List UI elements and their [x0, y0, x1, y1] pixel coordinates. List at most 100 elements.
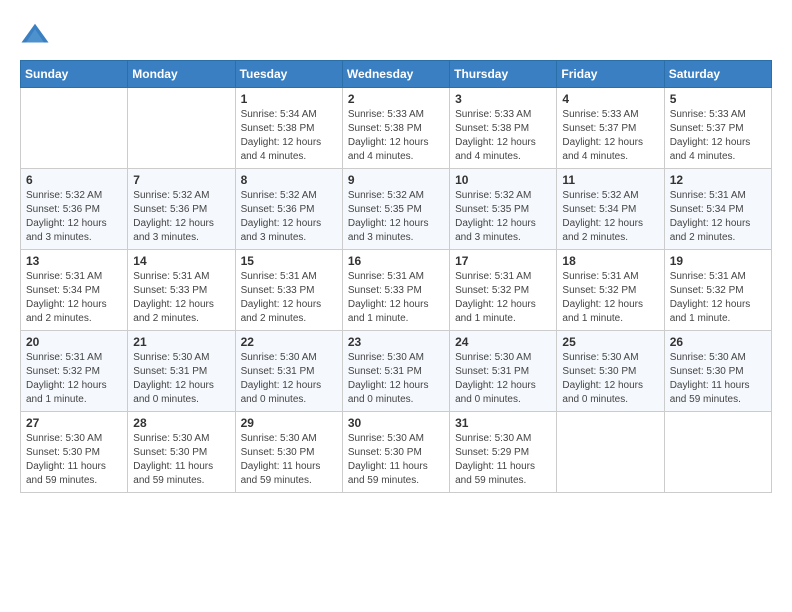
- day-number: 28: [133, 416, 229, 430]
- day-number: 12: [670, 173, 766, 187]
- day-number: 31: [455, 416, 551, 430]
- weekday-wednesday: Wednesday: [342, 61, 449, 88]
- day-number: 21: [133, 335, 229, 349]
- logo-icon: [20, 20, 50, 50]
- calendar-cell: 7 Sunrise: 5:32 AM Sunset: 5:36 PM Daylig…: [128, 169, 235, 250]
- day-info: Sunrise: 5:32 AM Sunset: 5:36 PM Dayligh…: [241, 189, 337, 245]
- day-info: Sunrise: 5:33 AM Sunset: 5:37 PM Dayligh…: [670, 108, 766, 164]
- weekday-monday: Monday: [128, 61, 235, 88]
- calendar-cell: 8 Sunrise: 5:32 AM Sunset: 5:36 PM Daylig…: [235, 169, 342, 250]
- day-info: Sunrise: 5:31 AM Sunset: 5:34 PM Dayligh…: [26, 270, 122, 326]
- day-info: Sunrise: 5:32 AM Sunset: 5:34 PM Dayligh…: [562, 189, 658, 245]
- day-info: Sunrise: 5:30 AM Sunset: 5:30 PM Dayligh…: [241, 432, 337, 488]
- day-number: 18: [562, 254, 658, 268]
- calendar-cell: 18 Sunrise: 5:31 AM Sunset: 5:32 PM Dayli…: [557, 250, 664, 331]
- calendar-cell: 20Sunrise: 5:31 AM Sunset: 5:32 PM Dayli…: [21, 331, 128, 412]
- calendar-cell: 26 Sunrise: 5:30 AM Sunset: 5:30 PM Dayli…: [664, 331, 771, 412]
- day-info: Sunrise: 5:31 AM Sunset: 5:33 PM Dayligh…: [241, 270, 337, 326]
- calendar-cell: 15Sunrise: 5:31 AM Sunset: 5:33 PM Dayli…: [235, 250, 342, 331]
- day-number: 3: [455, 92, 551, 106]
- weekday-tuesday: Tuesday: [235, 61, 342, 88]
- weekday-header-row: SundayMondayTuesdayWednesdayThursdayFrid…: [21, 61, 772, 88]
- day-info: Sunrise: 5:31 AM Sunset: 5:33 PM Dayligh…: [133, 270, 229, 326]
- calendar-cell: [21, 88, 128, 169]
- weekday-saturday: Saturday: [664, 61, 771, 88]
- day-info: Sunrise: 5:30 AM Sunset: 5:30 PM Dayligh…: [670, 351, 766, 407]
- weekday-friday: Friday: [557, 61, 664, 88]
- day-info: Sunrise: 5:30 AM Sunset: 5:31 PM Dayligh…: [455, 351, 551, 407]
- calendar-cell: 17 Sunrise: 5:31 AM Sunset: 5:32 PM Dayli…: [450, 250, 557, 331]
- day-number: 29: [241, 416, 337, 430]
- day-info: Sunrise: 5:31 AM Sunset: 5:32 PM Dayligh…: [26, 351, 122, 407]
- calendar-cell: 14 Sunrise: 5:31 AM Sunset: 5:33 PM Dayli…: [128, 250, 235, 331]
- calendar-cell: 3 Sunrise: 5:33 AM Sunset: 5:38 PM Daylig…: [450, 88, 557, 169]
- calendar-cell: 9 Sunrise: 5:32 AM Sunset: 5:35 PM Daylig…: [342, 169, 449, 250]
- day-info: Sunrise: 5:30 AM Sunset: 5:30 PM Dayligh…: [562, 351, 658, 407]
- calendar-cell: 27 Sunrise: 5:30 AM Sunset: 5:30 PM Dayli…: [21, 412, 128, 493]
- day-number: 9: [348, 173, 444, 187]
- calendar-cell: 31Sunrise: 5:30 AM Sunset: 5:29 PM Dayli…: [450, 412, 557, 493]
- page-header: [20, 20, 772, 50]
- calendar-cell: 22 Sunrise: 5:30 AM Sunset: 5:31 PM Dayli…: [235, 331, 342, 412]
- day-info: Sunrise: 5:31 AM Sunset: 5:32 PM Dayligh…: [455, 270, 551, 326]
- day-info: Sunrise: 5:30 AM Sunset: 5:31 PM Dayligh…: [133, 351, 229, 407]
- calendar-cell: 4Sunrise: 5:33 AM Sunset: 5:37 PM Daylig…: [557, 88, 664, 169]
- calendar-cell: 21 Sunrise: 5:30 AM Sunset: 5:31 PM Dayli…: [128, 331, 235, 412]
- day-info: Sunrise: 5:30 AM Sunset: 5:31 PM Dayligh…: [348, 351, 444, 407]
- day-info: Sunrise: 5:31 AM Sunset: 5:34 PM Dayligh…: [670, 189, 766, 245]
- day-number: 14: [133, 254, 229, 268]
- day-number: 16: [348, 254, 444, 268]
- day-number: 1: [241, 92, 337, 106]
- calendar-week-5: 27 Sunrise: 5:30 AM Sunset: 5:30 PM Dayli…: [21, 412, 772, 493]
- calendar-table: SundayMondayTuesdayWednesdayThursdayFrid…: [20, 60, 772, 493]
- day-info: Sunrise: 5:31 AM Sunset: 5:33 PM Dayligh…: [348, 270, 444, 326]
- day-info: Sunrise: 5:32 AM Sunset: 5:36 PM Dayligh…: [26, 189, 122, 245]
- calendar-cell: 16 Sunrise: 5:31 AM Sunset: 5:33 PM Dayli…: [342, 250, 449, 331]
- day-info: Sunrise: 5:32 AM Sunset: 5:35 PM Dayligh…: [348, 189, 444, 245]
- logo: [20, 20, 54, 50]
- calendar-cell: 6 Sunrise: 5:32 AM Sunset: 5:36 PM Daylig…: [21, 169, 128, 250]
- day-info: Sunrise: 5:33 AM Sunset: 5:38 PM Dayligh…: [455, 108, 551, 164]
- calendar-cell: [557, 412, 664, 493]
- day-number: 4: [562, 92, 658, 106]
- calendar-cell: 19 Sunrise: 5:31 AM Sunset: 5:32 PM Dayli…: [664, 250, 771, 331]
- day-number: 26: [670, 335, 766, 349]
- calendar-cell: 25 Sunrise: 5:30 AM Sunset: 5:30 PM Dayli…: [557, 331, 664, 412]
- day-number: 7: [133, 173, 229, 187]
- day-info: Sunrise: 5:30 AM Sunset: 5:30 PM Dayligh…: [26, 432, 122, 488]
- day-info: Sunrise: 5:30 AM Sunset: 5:31 PM Dayligh…: [241, 351, 337, 407]
- calendar-cell: 10 Sunrise: 5:32 AM Sunset: 5:35 PM Dayli…: [450, 169, 557, 250]
- day-number: 30: [348, 416, 444, 430]
- calendar-cell: 30Sunrise: 5:30 AM Sunset: 5:30 PM Dayli…: [342, 412, 449, 493]
- calendar-week-4: 20Sunrise: 5:31 AM Sunset: 5:32 PM Dayli…: [21, 331, 772, 412]
- day-number: 25: [562, 335, 658, 349]
- calendar-cell: 2Sunrise: 5:33 AM Sunset: 5:38 PM Daylig…: [342, 88, 449, 169]
- day-number: 6: [26, 173, 122, 187]
- calendar-cell: 29 Sunrise: 5:30 AM Sunset: 5:30 PM Dayli…: [235, 412, 342, 493]
- calendar-cell: 13Sunrise: 5:31 AM Sunset: 5:34 PM Dayli…: [21, 250, 128, 331]
- calendar-header: SundayMondayTuesdayWednesdayThursdayFrid…: [21, 61, 772, 88]
- day-number: 27: [26, 416, 122, 430]
- day-info: Sunrise: 5:30 AM Sunset: 5:30 PM Dayligh…: [133, 432, 229, 488]
- day-info: Sunrise: 5:32 AM Sunset: 5:36 PM Dayligh…: [133, 189, 229, 245]
- weekday-thursday: Thursday: [450, 61, 557, 88]
- day-number: 22: [241, 335, 337, 349]
- day-number: 8: [241, 173, 337, 187]
- calendar-week-1: 1Sunrise: 5:34 AM Sunset: 5:38 PM Daylig…: [21, 88, 772, 169]
- day-number: 10: [455, 173, 551, 187]
- day-number: 17: [455, 254, 551, 268]
- day-number: 5: [670, 92, 766, 106]
- weekday-sunday: Sunday: [21, 61, 128, 88]
- calendar-week-3: 13Sunrise: 5:31 AM Sunset: 5:34 PM Dayli…: [21, 250, 772, 331]
- day-info: Sunrise: 5:31 AM Sunset: 5:32 PM Dayligh…: [562, 270, 658, 326]
- day-number: 2: [348, 92, 444, 106]
- calendar-cell: [128, 88, 235, 169]
- day-number: 19: [670, 254, 766, 268]
- day-info: Sunrise: 5:32 AM Sunset: 5:35 PM Dayligh…: [455, 189, 551, 245]
- calendar-cell: 11 Sunrise: 5:32 AM Sunset: 5:34 PM Dayli…: [557, 169, 664, 250]
- day-number: 24: [455, 335, 551, 349]
- day-info: Sunrise: 5:31 AM Sunset: 5:32 PM Dayligh…: [670, 270, 766, 326]
- calendar-week-2: 6 Sunrise: 5:32 AM Sunset: 5:36 PM Daylig…: [21, 169, 772, 250]
- day-number: 11: [562, 173, 658, 187]
- day-number: 23: [348, 335, 444, 349]
